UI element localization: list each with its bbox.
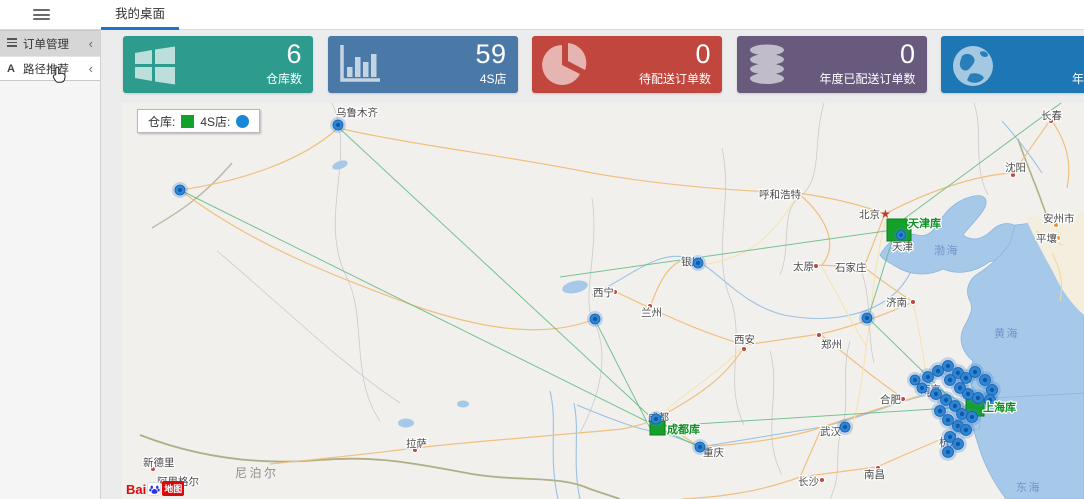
map-label: 沈阳 [1005,161,1026,174]
store-marker[interactable] [939,443,957,461]
stat-card-label: 待配送订单数 [639,70,711,87]
sidebar-toggle-icon[interactable] [33,9,50,21]
map-label: 拉萨 [406,437,427,450]
city-dot [813,263,818,268]
stat-card[interactable]: 594S店 [328,36,518,93]
map-label: 渤海 [934,243,959,257]
map-label: 兰州 [641,306,662,319]
database-icon [746,43,788,92]
map-label: 西宁 [593,286,614,299]
map-legend: 仓库: 4S店: [137,109,260,133]
legend-warehouse-label: 仓库: [148,113,175,130]
route-icon: A [7,63,23,75]
map-label: 东海 [1016,480,1041,494]
warehouse-label: 天津库 [908,216,941,230]
store-marker[interactable] [172,182,188,198]
warehouse-label: 上海库 [983,400,1016,414]
sidebar-item-label: 订单管理 [23,36,89,52]
map-canvas[interactable]: 乌鲁木齐呼和浩特★北京天津银川太原石家庄济南西宁兰州西安郑州合肥南京武汉杭州长沙… [122,103,1084,499]
city-dot [741,346,746,351]
stat-card-value: 59 [475,39,506,70]
stat-card-label: 4S店 [480,70,507,87]
map-label: 安州市 [1043,212,1075,225]
stat-card-label: 年度已配送订单数 [819,70,915,87]
store-marker[interactable] [648,411,664,427]
store-marker[interactable] [330,117,346,133]
stat-card[interactable]: 年度已配 [941,36,1084,93]
chevron-left-icon: ‹ [89,37,93,50]
stat-card[interactable]: 6仓库数 [123,36,313,93]
city-dot [910,299,915,304]
store-marker[interactable] [690,255,706,271]
map-label: 南昌 [864,468,885,481]
map-label: 平壤 [1036,232,1058,245]
store-marker[interactable] [837,419,853,435]
store-swatch [236,115,249,128]
legend-store-label: 4S店: [200,113,230,130]
globe-icon [950,43,996,94]
stat-card-value: 0 [900,39,916,70]
city-dot [816,332,821,337]
map-label: 新德里 [143,456,175,469]
city-dot [819,477,824,482]
baidu-paw-icon [147,482,161,496]
chevron-left-icon: ‹ [89,62,93,75]
pie-chart-icon [541,43,587,92]
map-label: 呼和浩特 [759,189,801,201]
stat-card[interactable]: 0年度已配送订单数 [737,36,927,93]
list-icon [7,38,23,48]
city-dot [900,396,905,401]
stat-card-label: 年度已配 [1072,70,1084,87]
map-label: 长春 [1041,110,1063,122]
map-label: 太原 [793,260,814,273]
windows-icon [132,43,178,92]
sidebar-item-order-management[interactable]: 订单管理 ‹ [0,31,100,56]
map-label: 合肥 [880,393,901,406]
warehouse-swatch [181,115,194,128]
baidu-brand-text: Bai [126,483,146,496]
map-label: 济南 [886,296,907,309]
stat-card-value: 6 [286,39,302,70]
app-window: 我的桌面 订单管理 ‹ A 路径推荐 ‹ 6仓库数594S店0待配送订单数0年度… [0,0,1084,499]
stat-card[interactable]: 0待配送订单数 [532,36,722,93]
map-label: 西安 [734,333,755,346]
map-label: 天津 [892,241,913,253]
map-label: 北京 [859,208,880,221]
map-label: 尼泊尔 [235,465,279,480]
warehouse-label: 成都库 [667,422,700,436]
tab-my-desktop[interactable]: 我的桌面 [101,0,179,30]
stat-card-label: 仓库数 [266,70,302,87]
stat-card-value: 0 [695,39,711,70]
store-marker[interactable] [587,311,603,327]
store-marker[interactable] [894,228,908,242]
map-label: 石家庄 [835,261,867,274]
baidu-map-word: 地图 [162,481,184,496]
map-label: 郑州 [821,338,842,351]
store-marker[interactable] [692,439,708,455]
baidu-logo: Bai 地图 [126,481,184,496]
mouse-cursor [52,66,67,84]
sidebar: 订单管理 ‹ A 路径推荐 ‹ [0,30,101,499]
map-label: 黄海 [994,326,1019,340]
sidebar-item-route-recommendation[interactable]: A 路径推荐 ‹ [0,56,100,81]
map-label: 长沙 [798,476,819,488]
map-svg: 乌鲁木齐呼和浩特★北京天津银川太原石家庄济南西宁兰州西安郑州合肥南京武汉杭州长沙… [122,103,1084,499]
store-marker[interactable] [859,310,875,326]
bar-chart-icon [337,43,383,90]
topbar: 我的桌面 [0,0,1084,30]
map-label: 乌鲁木齐 [336,106,378,119]
store-marker[interactable] [907,372,923,388]
